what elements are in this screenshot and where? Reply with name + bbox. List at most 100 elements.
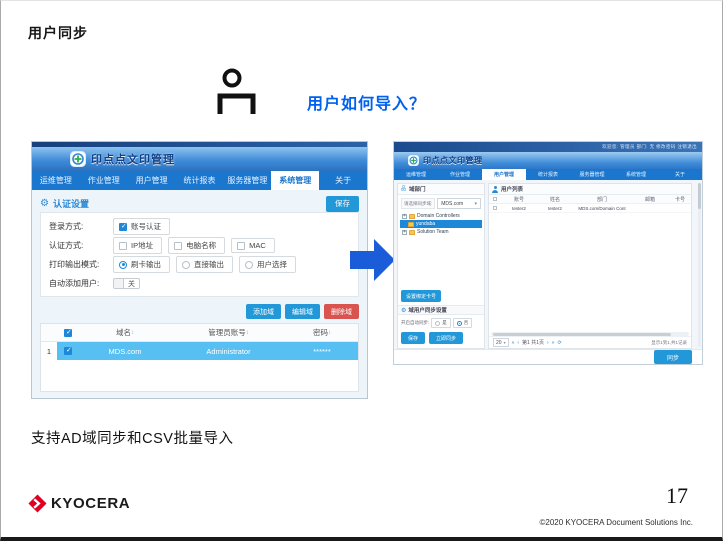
delete-domain-button[interactable]: 删除域: [324, 304, 359, 319]
domain-dept-panel: 品 域部门 请选择同步域: MDS.com Domain Controllers: [397, 183, 485, 349]
left-tab-users[interactable]: 用户管理: [128, 171, 176, 190]
edit-domain-button[interactable]: 编辑域: [285, 304, 320, 319]
right-tab-about[interactable]: 关于: [658, 169, 702, 180]
add-domain-button[interactable]: 添加域: [246, 304, 281, 319]
dept-col-header[interactable]: 部门: [573, 196, 631, 203]
tree-label: Solution Team: [417, 229, 449, 235]
account-auth-option[interactable]: 账号认证: [113, 218, 170, 235]
radio-icon[interactable]: [435, 321, 440, 326]
tree-label: yundaba: [416, 221, 435, 227]
tree-item-solution-team[interactable]: Solution Team: [400, 228, 482, 236]
checkbox-checked-icon[interactable]: [119, 223, 127, 231]
tree-item-domain-controllers[interactable]: Domain Controllers: [400, 212, 482, 220]
password-col-header[interactable]: 密码: [286, 324, 358, 341]
row-checkbox[interactable]: [64, 347, 72, 355]
user-list-header: 用户列表: [489, 184, 691, 195]
page-size-value: 20: [496, 340, 502, 346]
last-page-icon[interactable]: [552, 340, 555, 346]
save-button[interactable]: 保存: [326, 196, 359, 212]
user-table-row[interactable]: tester2 tester2 MDS.com/Domain Cont: [489, 204, 691, 213]
org-tree-icon: 品: [401, 187, 406, 192]
card-col-header[interactable]: 卡号: [669, 196, 691, 203]
admin-col-header[interactable]: 管理员账号: [171, 324, 286, 341]
auto-add-toggle[interactable]: 关: [113, 278, 140, 289]
tree-item-selected[interactable]: yundaba: [400, 220, 482, 228]
row-checkbox[interactable]: [493, 206, 497, 210]
right-tab-users[interactable]: 用户管理: [482, 169, 526, 180]
page-size-select[interactable]: 20: [493, 338, 509, 347]
vertical-scrollbar[interactable]: [698, 183, 701, 347]
email-col-header[interactable]: 邮箱: [631, 196, 669, 203]
prev-page-icon[interactable]: [517, 340, 519, 346]
sync-domain-value: MDS.com: [441, 201, 463, 207]
left-tab-ops[interactable]: 运维管理: [32, 171, 80, 190]
auth-settings-panel: 登录方式: 账号认证 认证方式: IP地址 电脑名称: [40, 212, 359, 297]
checkbox-icon[interactable]: [237, 242, 245, 250]
direct-output-option[interactable]: 直接输出: [176, 256, 233, 273]
user-select-option[interactable]: 用户选择: [239, 256, 296, 273]
name-col-header[interactable]: 姓名: [537, 196, 573, 203]
domain-actions: 添加域 编辑域 删除域: [40, 304, 359, 319]
mac-option[interactable]: MAC: [231, 238, 275, 253]
right-app-nav: 运维管理 作业管理 用户管理 统计报表 服务器管理 系统管理 关于: [394, 169, 702, 180]
left-app-content: 认证设置 保存 登录方式: 账号认证 认证方式: IP地址: [32, 190, 367, 398]
person-desk-icon: [213, 67, 259, 117]
domain-table-row[interactable]: 1 MDS.com Administrator ******: [41, 342, 358, 360]
checkbox-icon[interactable]: [119, 242, 127, 250]
tree-label: Domain Controllers: [417, 213, 460, 219]
left-tab-system[interactable]: 系统管理: [271, 171, 319, 190]
folder-icon: [409, 214, 415, 219]
bind-card-button[interactable]: 设置绑定卡号: [401, 290, 441, 302]
left-tab-jobs[interactable]: 作业管理: [80, 171, 128, 190]
left-tab-about[interactable]: 关于: [319, 171, 367, 190]
horizontal-scrollbar[interactable]: [491, 332, 689, 336]
user-list-panel: 用户列表 账号 姓名 部门 邮箱 卡号 tester2 tester2 MDS.…: [488, 183, 692, 349]
mac-option-label: MAC: [249, 241, 266, 250]
right-tab-system[interactable]: 系统管理: [614, 169, 658, 180]
sync-domain-select[interactable]: MDS.com: [437, 198, 481, 209]
computer-name-option[interactable]: 电脑名称: [168, 237, 225, 254]
checkbox-icon[interactable]: [174, 242, 182, 250]
domain-sync-settings-title: 域用户同步设置: [408, 306, 447, 314]
expand-icon[interactable]: [402, 214, 407, 219]
expand-icon[interactable]: [402, 230, 407, 235]
domain-col-header[interactable]: 域名: [79, 324, 171, 341]
account-col-header[interactable]: 账号: [501, 196, 537, 203]
right-tab-jobs[interactable]: 作业管理: [438, 169, 482, 180]
right-app-content: 品 域部门 请选择同步域: MDS.com Domain Controllers: [394, 180, 702, 349]
slide-title: 用户同步: [28, 23, 88, 43]
page-info: 第1 共1页: [522, 339, 544, 346]
radio-icon[interactable]: [182, 261, 190, 269]
direct-output-label: 直接输出: [194, 259, 224, 270]
next-page-icon[interactable]: [547, 340, 549, 346]
radio-icon[interactable]: [245, 261, 253, 269]
right-tab-ops[interactable]: 运维管理: [394, 169, 438, 180]
auto-sync-yes-option[interactable]: 是: [431, 318, 451, 328]
left-tab-reports[interactable]: 统计报表: [176, 171, 224, 190]
folder-icon: [409, 230, 415, 235]
right-tab-reports[interactable]: 统计报表: [526, 169, 570, 180]
right-tab-servers[interactable]: 服务器管理: [570, 169, 614, 180]
domain-dept-title: 域部门: [409, 185, 426, 193]
select-all-checkbox[interactable]: [493, 197, 497, 201]
sync-now-button[interactable]: 立即同步: [429, 332, 463, 344]
name-cell: tester2: [537, 206, 573, 211]
left-tab-servers[interactable]: 服务器管理: [223, 171, 271, 190]
ip-option-label: IP地址: [131, 240, 153, 251]
total-records: 显示1到1,共1记录: [651, 340, 687, 346]
first-page-icon[interactable]: [512, 340, 515, 346]
radio-selected-icon[interactable]: [457, 321, 462, 326]
ip-option[interactable]: IP地址: [113, 237, 162, 254]
sync-button[interactable]: 同步: [654, 350, 692, 364]
user-session-info[interactable]: 欢迎您: 管理员 部门: 无 修改密码 注销退出: [602, 144, 697, 150]
radio-selected-icon[interactable]: [119, 261, 127, 269]
sync-save-button[interactable]: 保存: [401, 332, 425, 344]
toggle-state-label: 关: [124, 279, 139, 288]
slide: 用户同步 用户如何导入？ 印点点文印管理 运维管理 作业管理 用户管理 统计报表…: [0, 0, 723, 541]
refresh-icon[interactable]: [557, 340, 561, 346]
auto-sync-no-option[interactable]: 否: [453, 318, 473, 328]
arrow-right-icon: [350, 235, 395, 285]
toggle-knob: [114, 279, 124, 288]
select-all-checkbox[interactable]: [64, 329, 72, 337]
card-output-option[interactable]: 刷卡输出: [113, 256, 170, 273]
